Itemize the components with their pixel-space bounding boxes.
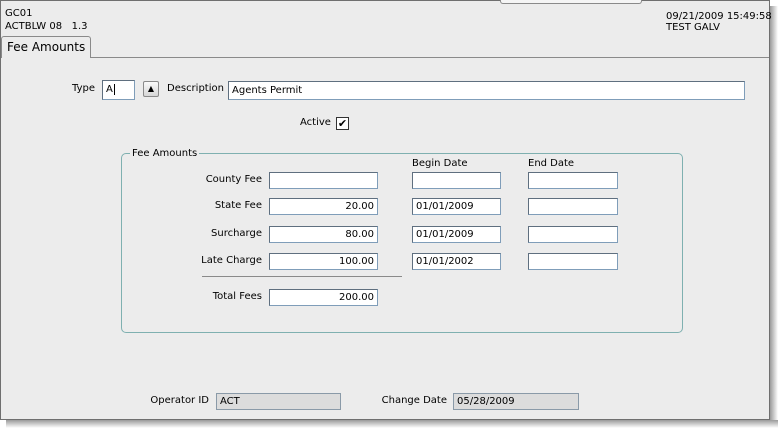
- description-label: Description: [167, 83, 224, 94]
- caret-up-icon: ▲: [147, 84, 155, 93]
- change-date-label: Change Date: [381, 395, 447, 406]
- surcharge-input[interactable]: 80.00: [269, 226, 378, 243]
- module-name: ACTBLW: [5, 21, 47, 32]
- surcharge-label: Surcharge: [211, 228, 262, 239]
- active-checkbox[interactable]: ✔: [336, 117, 349, 130]
- module-number: 08: [49, 21, 63, 32]
- active-label: Active: [300, 117, 331, 128]
- late-charge-begin-date[interactable]: 01/01/2002: [412, 253, 501, 270]
- end-date-header: End Date: [528, 158, 575, 169]
- late-charge-input[interactable]: 100.00: [269, 253, 378, 270]
- county-fee-end-date[interactable]: [528, 172, 618, 189]
- operator-id-label: Operator ID: [150, 395, 209, 406]
- type-lov-button[interactable]: ▲: [143, 81, 159, 97]
- type-label: Type: [72, 83, 95, 94]
- tab-divider: [90, 57, 769, 58]
- state-fee-label: State Fee: [214, 200, 262, 211]
- state-fee-input[interactable]: 20.00: [269, 198, 378, 215]
- change-date-field: 05/28/2009: [453, 393, 579, 410]
- module-info: ACTBLW 08 1.3: [5, 21, 88, 33]
- header-environment: TEST GALV: [666, 22, 720, 33]
- begin-date-header: Begin Date: [412, 158, 468, 169]
- tab-fee-amounts[interactable]: Fee Amounts: [1, 36, 91, 58]
- late-charge-label: Late Charge: [201, 255, 262, 266]
- county-fee-begin-date[interactable]: [412, 172, 501, 189]
- total-separator: [202, 276, 402, 277]
- county-fee-input[interactable]: [269, 172, 378, 189]
- total-fees-input[interactable]: 200.00: [269, 289, 378, 306]
- surcharge-end-date[interactable]: [528, 226, 618, 243]
- state-fee-begin-date[interactable]: 01/01/2009: [412, 198, 501, 215]
- county-fee-label: County Fee: [205, 174, 262, 185]
- total-fees-label: Total Fees: [212, 291, 262, 302]
- state-fee-end-date[interactable]: [528, 198, 618, 215]
- top-toolbar-edge: [500, 0, 642, 4]
- checkmark-icon: ✔: [337, 117, 348, 130]
- module-version: 1.3: [71, 21, 88, 32]
- description-input[interactable]: Agents Permit: [228, 81, 745, 100]
- late-charge-end-date[interactable]: [528, 253, 618, 270]
- surcharge-begin-date[interactable]: 01/01/2009: [412, 226, 501, 243]
- window-shadow: [6, 420, 778, 428]
- fee-amounts-group-title: Fee Amounts: [130, 148, 200, 160]
- operator-id-field: ACT: [216, 393, 341, 410]
- form-code: GC01: [5, 8, 33, 19]
- type-value: A: [106, 84, 113, 95]
- text-cursor: [113, 83, 115, 95]
- type-input[interactable]: A: [102, 80, 135, 100]
- window-shadow: [770, 6, 778, 428]
